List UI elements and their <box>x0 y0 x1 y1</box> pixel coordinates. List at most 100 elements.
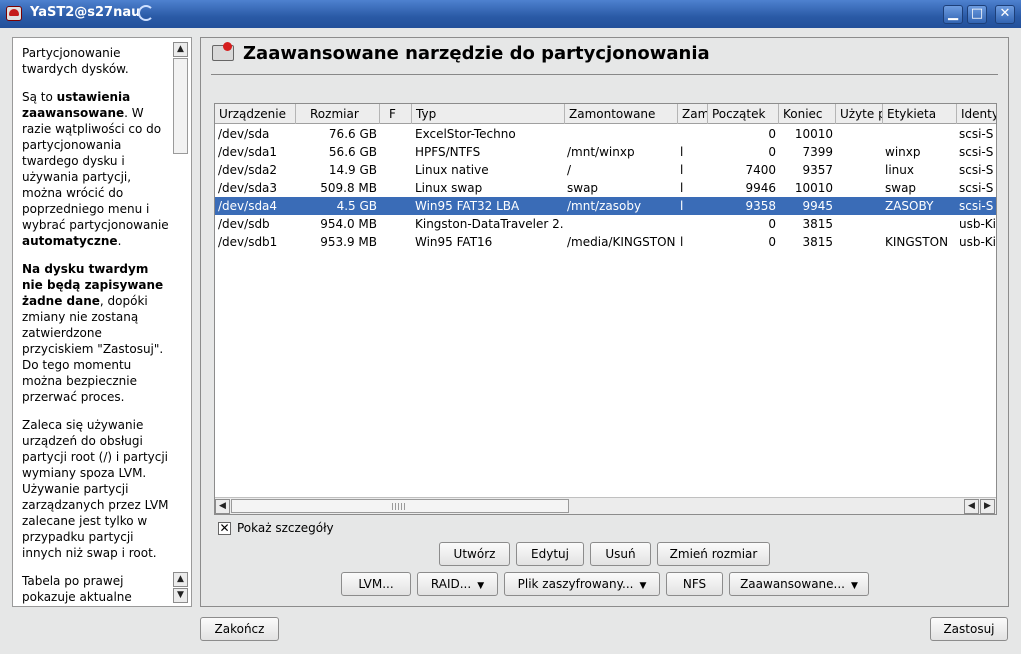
dropdown-arrow-icon: ▼ <box>850 581 858 591</box>
cell-used <box>836 143 880 161</box>
table-row[interactable]: /dev/sda1 56.6 GB HPFS/NTFS/mnt/winxp l 0 739… <box>215 143 996 161</box>
table-row[interactable]: /dev/sda 76.6 GB ExcelStor-Techno 0 10010 scs… <box>215 125 996 143</box>
cell-mount-by <box>680 215 706 233</box>
column-header-mount-by[interactable]: Zam <box>678 104 708 124</box>
apply-button[interactable]: Zastosuj <box>930 617 1008 641</box>
table-header: Urządzenie Rozmiar F Typ Zamontowane Zam… <box>215 104 996 124</box>
cell-mount: / <box>567 163 572 177</box>
main-panel: Zaawansowane narzędzie do partycjonowani… <box>200 37 1009 607</box>
cell-label: ZASOBY <box>885 199 934 213</box>
quit-button[interactable]: Zakończ <box>200 617 279 641</box>
cell-id: scsi-S <box>959 199 994 213</box>
cell-mount: /mnt/zasoby <box>567 199 642 213</box>
column-header-format[interactable]: F <box>380 104 412 124</box>
table-row[interactable]: /dev/sda3 509.8 MB Linux swap swap l 9946 1001… <box>215 179 996 197</box>
cell-device: /dev/sdb1 <box>218 235 278 249</box>
cell-mount-by: l <box>680 145 684 159</box>
scroll-left-arrow-icon[interactable]: ◀ <box>964 499 979 514</box>
show-details-label[interactable]: Pokaż szczegóły <box>237 521 334 535</box>
cell-device: /dev/sda3 <box>218 181 278 195</box>
cell-type: ExcelStor-Techno <box>415 127 516 141</box>
create-button[interactable]: Utwórz <box>439 542 510 566</box>
scroll-up-arrow-icon[interactable]: ▲ <box>173 42 188 57</box>
table-scroll-thumb[interactable] <box>231 499 569 513</box>
help-paragraph: Partycjonowanie twardych dysków. <box>22 46 129 76</box>
cell-format <box>380 197 410 215</box>
cell-mount-by <box>680 125 706 143</box>
cell-end: 9357 <box>802 163 833 177</box>
table-row[interactable]: /dev/sda2 14.9 GB Linux native / l 7400 9357 li… <box>215 161 996 179</box>
cell-id: usb-Ki <box>959 235 997 249</box>
scroll-down-arrow-icon[interactable]: ▼ <box>173 588 188 603</box>
cell-used <box>836 197 880 215</box>
cell-mount: swap <box>567 181 599 195</box>
column-header-id[interactable]: Identy <box>957 104 996 124</box>
cell-used <box>836 161 880 179</box>
minimize-button[interactable]: ▁ <box>943 5 963 24</box>
swirl-icon <box>138 5 154 21</box>
cell-type: Linux native <box>415 163 489 177</box>
cell-format <box>380 233 410 251</box>
cell-start: 9358 <box>745 199 776 213</box>
column-header-mount[interactable]: Zamontowane <box>565 104 678 124</box>
cell-device: /dev/sda2 <box>218 163 278 177</box>
divider <box>211 74 998 75</box>
help-scrollbar[interactable]: ▲ ▲ ▼ <box>173 42 188 603</box>
partition-table[interactable]: Urządzenie Rozmiar F Typ Zamontowane Zam… <box>214 103 997 515</box>
close-button[interactable]: ✕ <box>995 5 1015 24</box>
cell-used <box>836 233 880 251</box>
help-panel: Partycjonowanie twardych dysków. Są to u… <box>12 37 192 607</box>
column-header-device[interactable]: Urządzenie <box>215 104 296 124</box>
cell-device: /dev/sda <box>218 127 270 141</box>
table-row[interactable]: /dev/sdb 954.0 MB Kingston-DataTraveler 2.… <box>215 215 997 233</box>
cell-mount-by: l <box>680 199 684 213</box>
cell-size: 4.5 GB <box>336 199 377 213</box>
nfs-button[interactable]: NFS <box>666 572 723 596</box>
help-scroll-thumb[interactable] <box>173 58 188 154</box>
cell-id: scsi-S <box>959 181 994 195</box>
dropdown-arrow-icon: ▼ <box>477 581 485 591</box>
cell-id: scsi-S <box>959 163 994 177</box>
cell-id: scsi-S <box>959 127 994 141</box>
window-titlebar[interactable]: YaST2@s27nau ▁ □ ✕ <box>0 0 1021 28</box>
show-details-checkbox[interactable]: ✕ <box>218 522 231 535</box>
cell-end: 7399 <box>802 145 833 159</box>
column-header-type[interactable]: Typ <box>412 104 565 124</box>
table-row[interactable]: /dev/sdb1 953.9 MB Win95 FAT16/media/KINGS… <box>215 233 997 251</box>
help-paragraph: Są to ustawienia zaawansowane. W razie w… <box>22 90 169 248</box>
column-header-size[interactable]: Rozmiar <box>296 104 380 124</box>
cell-end: 10010 <box>794 127 833 141</box>
expert-button[interactable]: Zaawansowane... ▼ <box>729 572 869 596</box>
cell-format <box>380 161 410 179</box>
column-header-start[interactable]: Początek <box>708 104 779 124</box>
harddisk-icon <box>212 42 234 61</box>
resize-button[interactable]: Zmień rozmiar <box>657 542 770 566</box>
raid-button[interactable]: RAID... ▼ <box>417 572 498 596</box>
cell-type: Kingston-DataTraveler 2.0 <box>415 217 563 231</box>
cell-size: 14.9 GB <box>328 163 377 177</box>
cell-device: /dev/sda4 <box>218 199 278 213</box>
edit-button[interactable]: Edytuj <box>516 542 584 566</box>
cell-size: 954.0 MB <box>320 217 377 231</box>
crypt-file-button[interactable]: Plik zaszyfrowany... ▼ <box>504 572 660 596</box>
scroll-up-arrow-icon[interactable]: ▲ <box>173 572 188 587</box>
column-header-end[interactable]: Koniec <box>779 104 836 124</box>
scroll-right-arrow-icon[interactable]: ▶ <box>980 499 995 514</box>
cell-size: 953.9 MB <box>320 235 377 249</box>
lvm-button[interactable]: LVM... <box>341 572 411 596</box>
scroll-left-arrow-icon[interactable]: ◀ <box>215 499 230 514</box>
table-row[interactable]: /dev/sda4 4.5 GB Win95 FAT32 LBA/mnt/zasob… <box>215 197 996 215</box>
cell-type: Linux swap <box>415 181 483 195</box>
cell-mount-by: l <box>680 235 684 249</box>
yast-app-icon <box>6 6 22 21</box>
window-title: YaST2@s27nau <box>30 5 141 20</box>
column-header-used[interactable]: Użyte p <box>836 104 883 124</box>
cell-type: Win95 FAT16 <box>415 235 493 249</box>
cell-mount: /media/KINGSTON <box>567 235 676 249</box>
cell-id: usb-Ki <box>959 217 997 231</box>
table-horizontal-scrollbar[interactable]: ◀ ◀ ▶ <box>215 497 996 514</box>
column-header-label[interactable]: Etykieta <box>883 104 957 124</box>
delete-button[interactable]: Usuń <box>590 542 651 566</box>
cell-end: 3815 <box>802 235 833 249</box>
maximize-button[interactable]: □ <box>967 5 987 24</box>
